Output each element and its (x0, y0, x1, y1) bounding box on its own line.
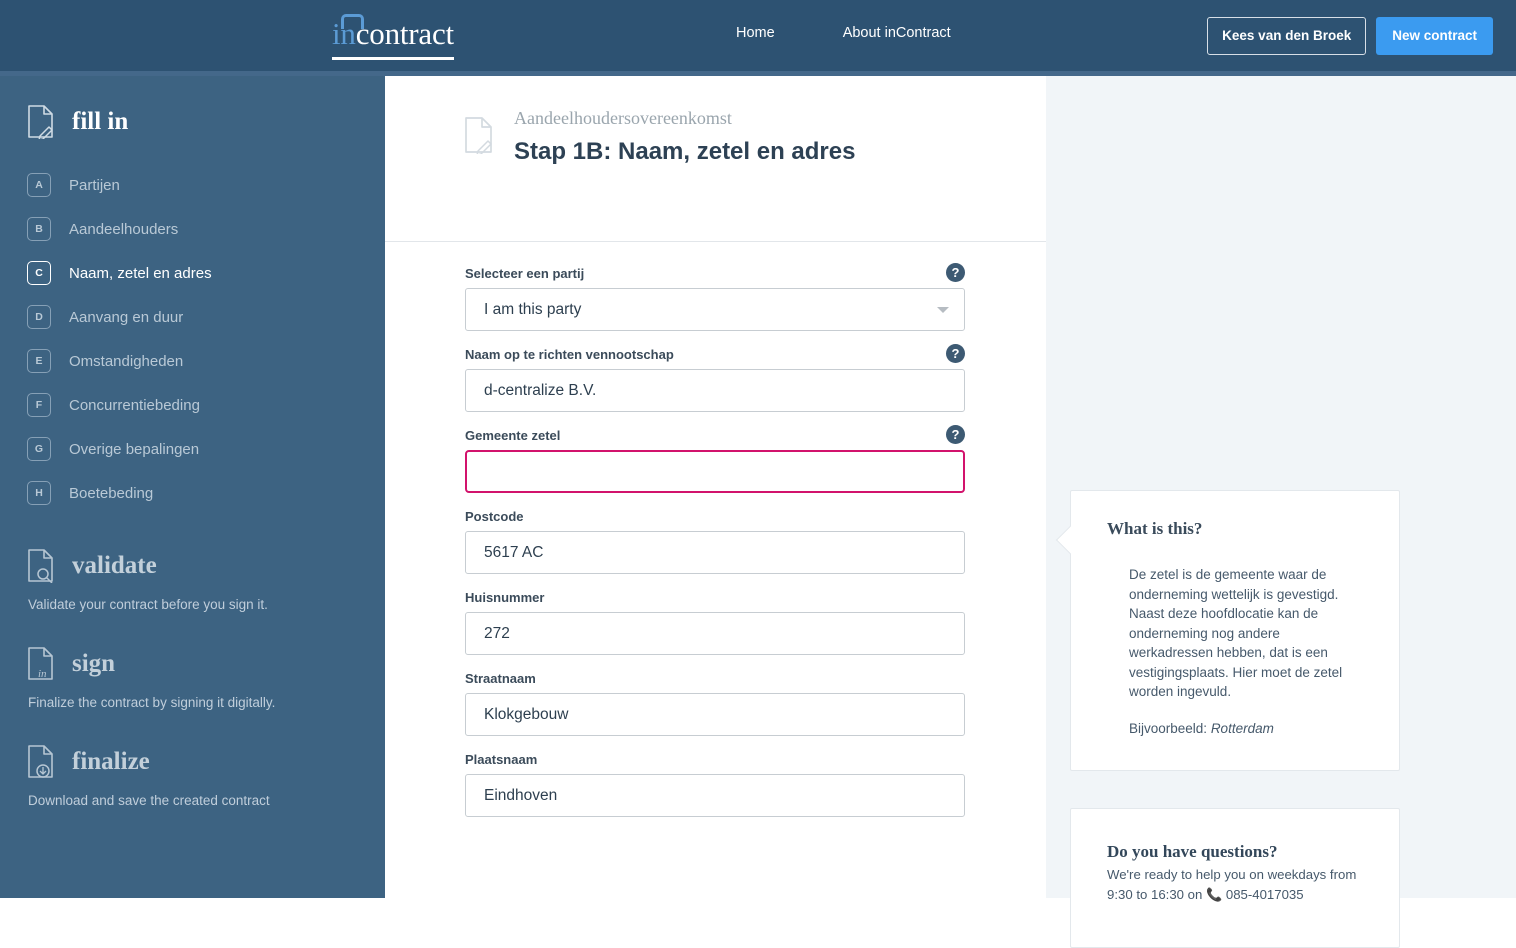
questions-title: Do you have questions? (1107, 842, 1278, 861)
card-pointer-icon (1055, 525, 1085, 555)
nav-home[interactable]: Home (736, 25, 775, 41)
svg-text:in: in (38, 668, 47, 680)
document-search-icon (27, 549, 55, 584)
field-label: Plaatsnaam (465, 752, 538, 767)
help-icon[interactable]: ? (946, 344, 965, 363)
step-badge-g: G (27, 437, 51, 461)
sidebar-item-boetebeding[interactable]: H Boetebeding (0, 471, 385, 515)
contract-form: Selecteer een partij ? Naam op te richte… (465, 263, 965, 833)
phone-icon: 📞 (1206, 887, 1223, 902)
sidebar-item-aanvang-en-duur[interactable]: D Aanvang en duur (0, 295, 385, 339)
field-straatnaam: Straatnaam (465, 671, 965, 736)
straatnaam-input[interactable] (465, 693, 965, 736)
logo-in-text: in (332, 14, 364, 51)
step-badge-d: D (27, 305, 51, 329)
sidebar-section-finalize[interactable]: finalize (0, 745, 385, 779)
main-content: Aandeelhoudersovereenkomst Stap 1B: Naam… (385, 76, 1046, 898)
questions-line-1: We're ready to help you on weekdays from (1107, 867, 1357, 882)
document-signature-icon: in (27, 647, 55, 681)
sidebar-item-label: Omstandigheden (69, 352, 184, 370)
sidebar-item-partijen[interactable]: A Partijen (0, 163, 385, 207)
what-is-this-card: What is this? De zetel is de gemeente wa… (1055, 490, 1400, 771)
sidebar-finalize-description: Download and save the created contract (28, 793, 270, 808)
logo-contract-label: contract (355, 16, 454, 51)
field-naam-vennootschap: Naam op te richten vennootschap ? (465, 344, 965, 412)
sidebar-item-label: Overige bepalingen (69, 440, 200, 458)
field-postcode: Postcode (465, 509, 965, 574)
phone-number[interactable]: 085-4017035 (1226, 887, 1304, 902)
page-header: Aandeelhoudersovereenkomst Stap 1B: Naam… (385, 76, 1046, 241)
questions-body: We're ready to help you on weekdays from… (1107, 865, 1369, 905)
what-is-this-example: Bijvoorbeeld: Rotterdam (1129, 721, 1369, 736)
incontract-logo[interactable]: incontract (332, 14, 454, 60)
example-prefix: Bijvoorbeeld: (1129, 720, 1211, 736)
field-plaatsnaam: Plaatsnaam (465, 752, 965, 817)
sidebar-item-label: Boetebeding (69, 484, 154, 502)
sidebar-fill-in-title: fill in (72, 108, 129, 135)
page-title: Stap 1B: Naam, zetel en adres (514, 138, 856, 165)
sidebar-item-label: Concurrentiebeding (69, 396, 200, 414)
questions-line-2-prefix: 9:30 to 16:30 on (1107, 887, 1206, 902)
right-panel: What is this? De zetel is de gemeente wa… (1046, 76, 1516, 948)
company-name-input[interactable] (465, 369, 965, 412)
help-icon[interactable]: ? (946, 425, 965, 444)
sidebar-sign-title: sign (72, 650, 116, 677)
account-button[interactable]: Kees van den Broek (1207, 17, 1367, 55)
example-value: Rotterdam (1210, 720, 1274, 736)
sidebar-item-naam-zetel-en-adres[interactable]: C Naam, zetel en adres (0, 251, 385, 295)
step-badge-c: C (27, 261, 51, 285)
help-icon[interactable]: ? (946, 263, 965, 282)
questions-card: Do you have questions? We're ready to he… (1070, 808, 1400, 948)
step-badge-h: H (27, 481, 51, 505)
sidebar-item-aandeelhouders[interactable]: B Aandeelhouders (0, 207, 385, 251)
header-divider (385, 241, 1046, 242)
step-badge-e: E (27, 349, 51, 373)
gemeente-zetel-input[interactable] (465, 450, 965, 493)
sidebar-sign-description: Finalize the contract by signing it digi… (28, 695, 276, 710)
nav-about-incontract[interactable]: About inContract (843, 25, 951, 41)
huisnummer-input[interactable] (465, 612, 965, 655)
sidebar-item-label: Aanvang en duur (69, 308, 184, 326)
field-gemeente-zetel: Gemeente zetel ? (465, 425, 965, 493)
sidebar-finalize-title: finalize (72, 748, 150, 775)
sidebar-item-overige-bepalingen[interactable]: G Overige bepalingen (0, 427, 385, 471)
field-label: Naam op te richten vennootschap (465, 347, 674, 362)
sidebar-item-concurrentiebeding[interactable]: F Concurrentiebeding (0, 383, 385, 427)
step-badge-a: A (27, 173, 51, 197)
sidebar-item-label: Partijen (69, 176, 120, 194)
what-is-this-body: De zetel is de gemeente waar de ondernem… (1129, 567, 1343, 699)
main-navigation: Home About inContract (736, 25, 951, 41)
document-download-icon (27, 745, 55, 779)
field-label: Selecteer een partij (465, 266, 585, 281)
what-is-this-title: What is this? (1107, 519, 1203, 538)
sidebar-validate-title: validate (72, 552, 157, 579)
sidebar-item-label: Aandeelhouders (69, 220, 179, 238)
header-actions: Kees van den Broek New contract (1207, 17, 1493, 55)
sidebar-section-fill-in[interactable]: fill in (0, 105, 385, 141)
field-label: Huisnummer (465, 590, 545, 605)
party-select[interactable] (465, 288, 965, 331)
left-sidebar: fill in A Partijen B Aandeelhouders C Na… (0, 76, 385, 898)
field-label: Gemeente zetel (465, 428, 561, 443)
document-pencil-icon (464, 117, 494, 156)
field-selecteer-een-partij: Selecteer een partij ? (465, 263, 965, 331)
step-badge-b: B (27, 217, 51, 241)
field-label: Straatnaam (465, 671, 536, 686)
step-badge-f: F (27, 393, 51, 417)
postcode-input[interactable] (465, 531, 965, 574)
field-huisnummer: Huisnummer (465, 590, 965, 655)
sidebar-section-validate[interactable]: validate (0, 549, 385, 584)
plaatsnaam-input[interactable] (465, 774, 965, 817)
new-contract-button[interactable]: New contract (1376, 17, 1493, 55)
breadcrumb: Aandeelhoudersovereenkomst (514, 108, 732, 128)
logo-bracket-icon (341, 14, 364, 29)
sidebar-item-label: Naam, zetel en adres (69, 264, 212, 282)
field-label: Postcode (465, 509, 524, 524)
sidebar-validate-description: Validate your contract before you sign i… (28, 597, 268, 612)
sidebar-section-sign[interactable]: in sign (0, 647, 385, 681)
sidebar-item-omstandigheden[interactable]: E Omstandigheden (0, 339, 385, 383)
sidebar-step-list: A Partijen B Aandeelhouders C Naam, zete… (0, 163, 385, 515)
document-pencil-icon (27, 105, 55, 141)
